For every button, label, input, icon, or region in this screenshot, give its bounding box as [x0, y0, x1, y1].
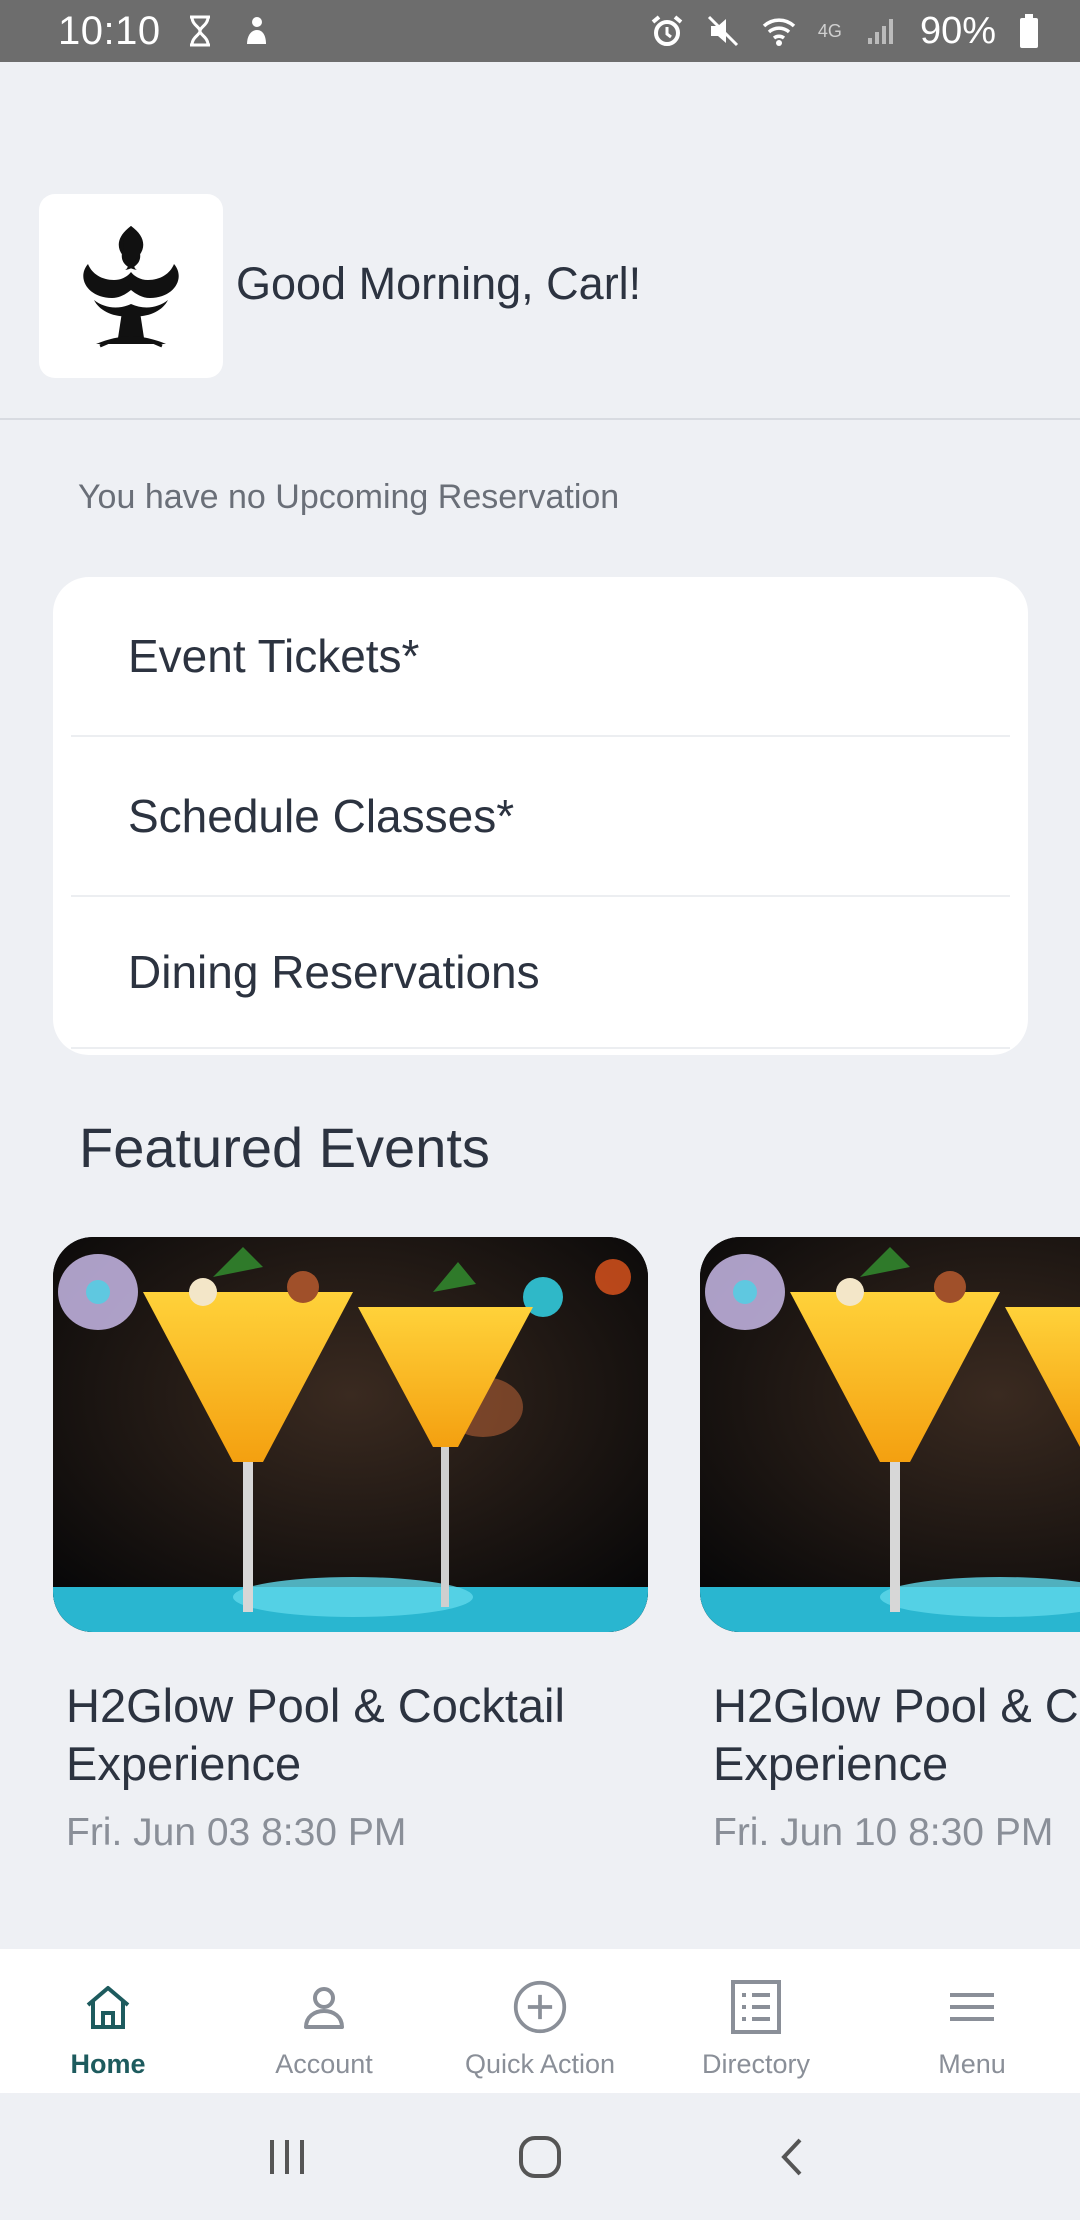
cocktail-image-icon	[700, 1237, 1080, 1632]
recents-icon	[269, 2139, 304, 2174]
nav-home-label: Home	[70, 2049, 146, 2079]
event-title: H2Glow Pool & Cocktail Experience	[700, 1677, 1080, 1793]
reservation-card: Event Tickets* Schedule Classes* Dining …	[53, 577, 1028, 1055]
wifi-icon	[762, 11, 796, 51]
back-button[interactable]	[753, 2117, 833, 2197]
status-time: 10:10	[58, 8, 161, 53]
status-right: 4G 90%	[650, 10, 1040, 53]
account-icon	[296, 1979, 352, 2035]
event-card[interactable]: H2Glow Pool & Cocktail Experience Fri. J…	[700, 1237, 1080, 1855]
home-circle-icon	[518, 2135, 561, 2178]
schedule-classes-row[interactable]: Schedule Classes*	[71, 737, 1010, 897]
battery-icon	[1018, 11, 1040, 51]
nav-quick-action[interactable]: Quick Action	[432, 1949, 648, 2093]
greeting: Good Morning, Carl!	[236, 258, 642, 309]
nav-home[interactable]: Home	[0, 1949, 216, 2093]
tree-logo-icon	[83, 226, 179, 348]
list-icon	[728, 1979, 784, 2035]
event-date: Fri. Jun 03 8:30 PM	[66, 1811, 407, 1854]
event-card[interactable]: H2Glow Pool & Cocktail Experience Fri. J…	[53, 1237, 648, 1855]
system-nav	[0, 2093, 1080, 2220]
alarm-icon	[650, 11, 684, 51]
status-left: 10:10	[58, 9, 273, 54]
event-title-line2: Experience	[66, 1737, 302, 1790]
status-bar: 10:10 4G 90%	[0, 0, 1080, 62]
cocktail-image-icon	[53, 1237, 648, 1632]
nav-quick-action-label: Quick Action	[464, 2049, 616, 2079]
event-date: Fri. Jun 10 8:30 PM	[713, 1811, 1054, 1854]
nav-account[interactable]: Account	[216, 1949, 432, 2093]
home-button[interactable]	[500, 2117, 580, 2197]
event-title-line1: H2Glow Pool & Cocktail	[713, 1679, 1080, 1732]
event-image	[700, 1237, 1080, 1632]
event-tickets-label: Event Tickets*	[128, 630, 420, 682]
dining-reservations-row[interactable]: Dining Reservations	[71, 897, 1010, 1049]
hamburger-icon	[944, 1979, 1000, 2035]
no-reservation-message: You have no Upcoming Reservation	[78, 478, 620, 516]
event-title-line2: Experience	[713, 1737, 949, 1790]
nav-directory-label: Directory	[701, 2049, 810, 2079]
event-tickets-row[interactable]: Event Tickets*	[71, 577, 1010, 737]
mute-icon	[706, 11, 740, 51]
event-title-line1: H2Glow Pool & Cocktail	[66, 1679, 565, 1732]
dining-reservations-label: Dining Reservations	[128, 946, 540, 998]
event-title: H2Glow Pool & Cocktail Experience	[53, 1677, 648, 1793]
plus-circle-icon	[512, 1979, 568, 2035]
nav-menu-label: Menu	[938, 2049, 1006, 2079]
hourglass-icon	[183, 11, 217, 51]
nav-menu[interactable]: Menu	[864, 1949, 1080, 2093]
recents-button[interactable]	[247, 2117, 327, 2197]
signal-icon	[864, 11, 898, 51]
notification-icon	[239, 11, 273, 51]
battery-level: 90%	[919, 9, 996, 52]
network-type: 4G	[817, 20, 842, 41]
event-image	[53, 1237, 648, 1632]
back-chevron-icon	[781, 2138, 802, 2175]
nav-account-label: Account	[275, 2049, 373, 2079]
home-icon	[80, 1979, 136, 2035]
nav-directory[interactable]: Directory	[648, 1949, 864, 2093]
header: Good Morning, Carl!	[0, 62, 1080, 420]
club-logo	[39, 194, 223, 378]
featured-events-title: Featured Events	[79, 1116, 490, 1179]
events-carousel[interactable]: H2Glow Pool & Cocktail Experience Fri. J…	[0, 1237, 1080, 1877]
bottom-nav: Home Account Quick Action Directory Menu	[0, 1949, 1080, 2093]
schedule-classes-label: Schedule Classes*	[128, 790, 515, 842]
